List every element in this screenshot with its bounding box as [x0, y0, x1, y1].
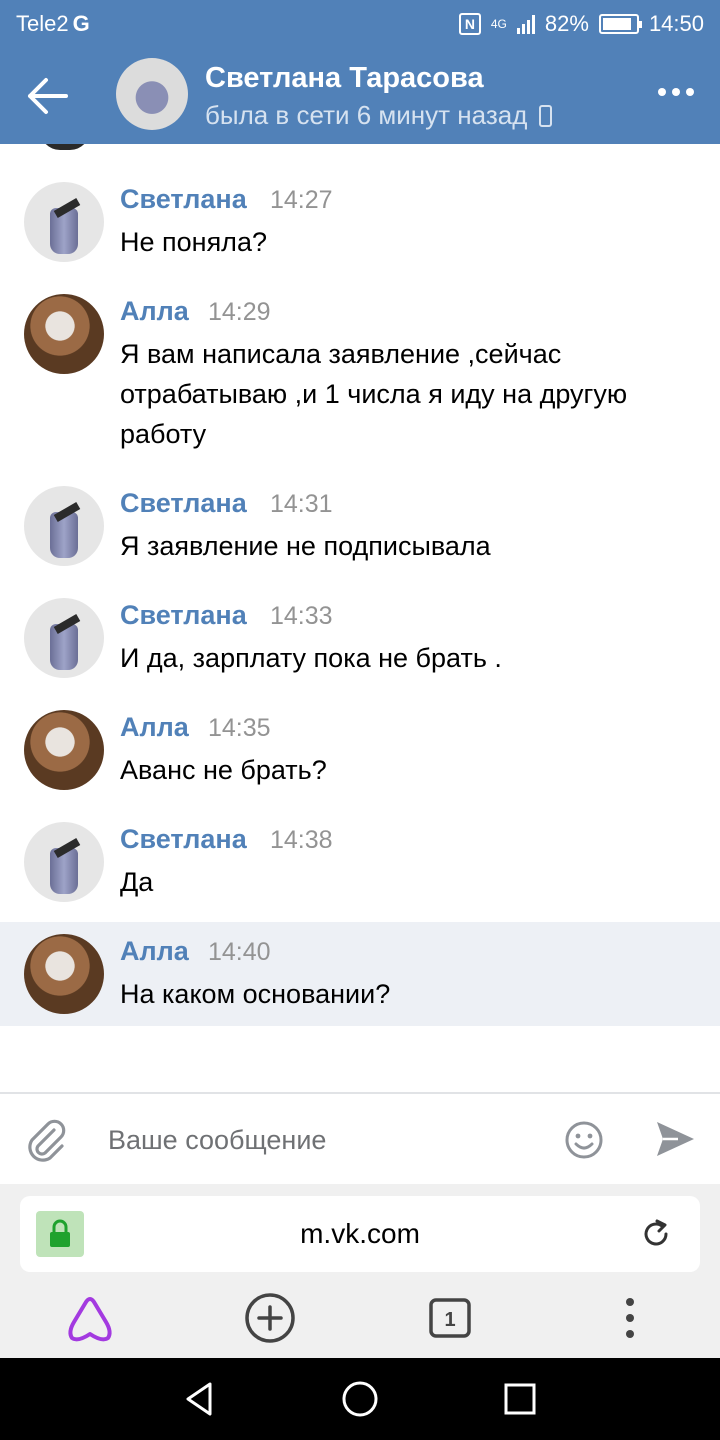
avatar[interactable] [24, 822, 104, 902]
message-item[interactable]: Светлана 14:31 Я заявление не подписывал… [0, 474, 720, 582]
triangle-back-icon [186, 1382, 212, 1416]
message-author[interactable]: Светлана [120, 824, 247, 855]
paperclip-icon [28, 1119, 66, 1162]
new-tab-button[interactable] [240, 1288, 300, 1348]
avatar[interactable] [24, 598, 104, 678]
contact-avatar[interactable] [116, 58, 188, 130]
clock: 14:50 [648, 11, 704, 36]
avatar[interactable] [24, 710, 104, 790]
message-list[interactable]: Светлана 14:27 Не поняла? Алла 14:29 Я в… [0, 144, 720, 1092]
message-text: И да, зарплату пока не брать . [120, 643, 502, 673]
tabs-button[interactable]: 1 [420, 1288, 480, 1348]
send-arrow-icon [657, 1122, 694, 1156]
circle-home-icon [342, 1381, 378, 1417]
alice-assistant-button[interactable] [60, 1288, 120, 1348]
nfc-icon: N [458, 13, 481, 35]
browser-nav: 1 [0, 1280, 720, 1358]
avatar[interactable] [24, 182, 104, 262]
avatar[interactable] [24, 294, 104, 374]
url-text[interactable]: m.vk.com [20, 1218, 700, 1250]
message-author[interactable]: Алла [120, 296, 189, 327]
message-author[interactable]: Светлана [120, 184, 247, 215]
address-bar[interactable]: m.vk.com [20, 1196, 700, 1272]
smiley-icon [565, 1121, 603, 1159]
last-seen-text: была в сети 6 минут назад [205, 100, 528, 130]
message-time: 14:35 [208, 714, 271, 742]
message-text: На каком основании? [120, 979, 391, 1009]
status-left: Tele2 G [16, 11, 90, 37]
message-item-unread[interactable]: Алла 14:40 На каком основании? [0, 922, 720, 1026]
browser-toolbar: m.vk.com 1 [0, 1184, 720, 1358]
tabs-counter-icon: 1 [429, 1298, 471, 1338]
message-input[interactable] [108, 1116, 528, 1164]
message-text: Аванс не брать? [120, 755, 327, 785]
network-letter: G [72, 11, 90, 36]
battery-icon [598, 14, 642, 34]
avatar[interactable] [24, 486, 104, 566]
carrier-name: Tele2 [16, 11, 69, 36]
vertical-dots-icon [626, 1298, 634, 1338]
message-time: 14:38 [270, 826, 333, 854]
android-navigation-bar [0, 1358, 720, 1440]
emoji-button[interactable] [564, 1120, 604, 1160]
message-author[interactable]: Светлана [120, 600, 247, 631]
screen: Tele2 G N 4G 82% 14:50 Светлана Тарасова… [0, 0, 720, 1440]
nav-back-button[interactable] [180, 1379, 220, 1419]
message-time: 14:27 [270, 186, 333, 214]
status-right: N 4G 82% 14:50 [458, 11, 704, 37]
message-composer [0, 1092, 720, 1184]
message-text: Я вам написала заявление ,сейчас отрабат… [120, 339, 628, 449]
tab-count: 1 [444, 1309, 455, 1331]
message-item[interactable]: Светлана 14:27 Не поняла? [0, 170, 720, 278]
chat-header: Светлана Тарасова была в сети 6 минут на… [0, 48, 720, 144]
message-text: Я заявление не подписывала [120, 531, 491, 561]
reload-icon [644, 1219, 668, 1246]
signal-icon [516, 14, 535, 34]
message-time: 14:40 [208, 938, 271, 966]
status-bar: Tele2 G N 4G 82% 14:50 [0, 0, 720, 48]
battery-percent: 82% [544, 11, 589, 36]
plus-circle-icon [245, 1293, 295, 1343]
more-options-button[interactable] [658, 88, 694, 96]
message-author[interactable]: Алла [120, 936, 189, 967]
message-item[interactable]: Светлана 14:38 Да [0, 810, 720, 918]
message-item[interactable]: Светлана 14:33 И да, зарплату пока не бр… [0, 586, 720, 694]
cut-off-avatar [40, 144, 90, 150]
message-time: 14:29 [208, 298, 271, 326]
message-text: Да [120, 867, 154, 897]
back-button[interactable] [26, 76, 70, 116]
mobile-phone-icon [539, 104, 553, 127]
reload-button[interactable] [640, 1218, 672, 1250]
network-type: 4G [490, 17, 507, 31]
message-author[interactable]: Алла [120, 712, 189, 743]
avatar[interactable] [24, 934, 104, 1014]
message-time: 14:33 [270, 602, 333, 630]
message-item[interactable]: Алла 14:29 Я вам написала заявление ,сей… [0, 282, 720, 470]
browser-menu-button[interactable] [600, 1288, 660, 1348]
message-item[interactable]: Алла 14:35 Аванс не брать? [0, 698, 720, 806]
attach-button[interactable] [24, 1118, 68, 1162]
contact-name[interactable]: Светлана Тарасова [205, 62, 484, 95]
alice-icon [68, 1297, 112, 1342]
contact-status: была в сети 6 минут назад [205, 100, 553, 131]
send-button[interactable] [654, 1118, 696, 1160]
nav-home-button[interactable] [340, 1379, 380, 1419]
back-arrow-icon [28, 78, 68, 114]
message-time: 14:31 [270, 490, 333, 518]
message-author[interactable]: Светлана [120, 488, 247, 519]
square-recents-icon [504, 1383, 536, 1415]
nav-recents-button[interactable] [500, 1379, 540, 1419]
message-text: Не поняла? [120, 227, 267, 257]
